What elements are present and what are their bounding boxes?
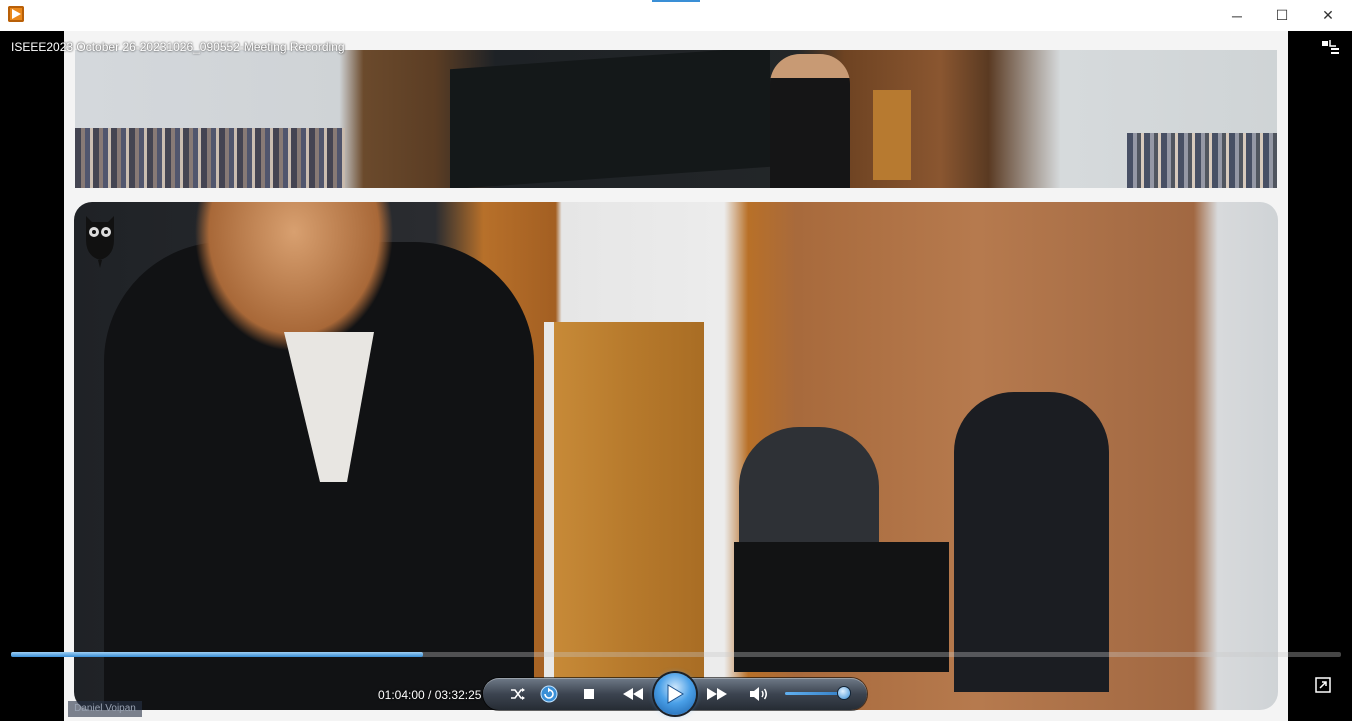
audience-left (75, 128, 345, 188)
play-button[interactable] (654, 673, 696, 715)
seek-bar-progress (11, 652, 424, 657)
rewind-icon (623, 688, 643, 700)
repeat-icon (540, 685, 558, 703)
play-icon (667, 684, 684, 704)
stop-icon (584, 689, 594, 699)
volume-icon (750, 687, 767, 701)
title-accent-line (652, 0, 700, 2)
shuffle-button[interactable] (507, 683, 529, 705)
repeat-button[interactable] (538, 683, 560, 705)
time-display: 01:04:00 / 03:32:25 (378, 688, 482, 702)
close-button[interactable]: ✕ (1305, 0, 1351, 31)
speaker-name-tag: Daniel Voipan (68, 701, 142, 717)
title-bar: ─ ☐ ✕ (0, 0, 1352, 31)
fullscreen-icon[interactable] (1315, 677, 1331, 693)
fast-forward-button[interactable] (703, 683, 731, 705)
door (873, 90, 911, 180)
audience-right (1127, 133, 1277, 188)
minimize-button[interactable]: ─ (1214, 0, 1260, 31)
main-video-view (74, 202, 1278, 710)
volume-button[interactable] (748, 683, 770, 705)
stop-button[interactable] (578, 683, 600, 705)
collapse-icon[interactable] (1322, 40, 1340, 56)
panoramic-video-strip (75, 50, 1277, 188)
speaker-figure (770, 54, 850, 188)
recording-title: ISEEE2023 October 26-20231026_090552-Mee… (11, 40, 345, 54)
media-player-icon (8, 6, 24, 22)
owl-logo-icon (86, 216, 114, 268)
seek-bar[interactable] (11, 652, 1341, 657)
person-figure (954, 392, 1109, 692)
shuffle-icon (511, 688, 525, 700)
maximize-button[interactable]: ☐ (1259, 0, 1305, 31)
speaker-hair (194, 202, 394, 352)
blackboard (450, 50, 770, 188)
fast-forward-icon (707, 688, 727, 700)
rewind-button[interactable] (619, 683, 647, 705)
